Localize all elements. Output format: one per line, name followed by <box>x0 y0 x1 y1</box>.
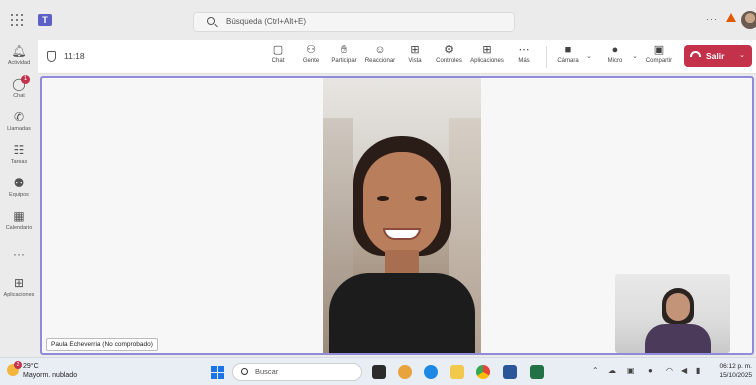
tray-chevron-up-icon[interactable]: ⌃ <box>592 366 599 375</box>
self-view-video[interactable] <box>615 274 730 353</box>
tool-label: Controles <box>436 58 462 64</box>
chat-icon: ◯ <box>12 77 26 91</box>
wifi-icon[interactable]: ◠ <box>666 366 673 375</box>
raise-hand-icon: ✋︎ <box>340 44 348 56</box>
rail-item-label: Equipos <box>9 192 29 198</box>
excel-icon[interactable] <box>530 365 544 379</box>
volume-icon[interactable]: ◀ <box>681 366 687 375</box>
search-icon <box>241 368 248 375</box>
apps-icon: ⊞ <box>482 44 492 56</box>
rail-item-label: Aplicaciones <box>3 292 35 298</box>
mic-button[interactable]: ● Micro <box>595 43 635 64</box>
unread-badge: 1 <box>21 75 30 84</box>
share-icon: ▣ <box>653 44 665 56</box>
hang-up-icon <box>690 51 701 57</box>
apps-button[interactable]: ⊞ Aplicaciones <box>467 43 507 64</box>
rail-item-teams[interactable]: ⚉ Equipos <box>0 176 38 198</box>
weather-widget[interactable]: 2 29°C Mayorm. nublado <box>6 361 78 380</box>
rail-item-apps[interactable]: ⊞ Aplicaciones <box>0 276 38 298</box>
mic-options-chevron-down-icon[interactable]: ⌄ <box>632 52 638 60</box>
rail-item-label: Llamadas <box>7 126 31 132</box>
app-launcher-icon[interactable] <box>10 13 24 27</box>
rail-item-more[interactable]: ··· <box>0 247 38 261</box>
more-button[interactable]: ⋯ Más <box>504 43 544 64</box>
app-bar: 🔔︎ Actividad ◯ 1 Chat ✆ Llamadas ☷ Tarea… <box>0 40 38 357</box>
title-bar: T Búsqueda (Ctrl+Alt+E) ··· <box>0 0 756 40</box>
warning-icon[interactable] <box>726 13 736 22</box>
emoji-icon: ☺ <box>374 44 386 56</box>
search-input[interactable]: Búsqueda (Ctrl+Alt+E) <box>193 12 515 32</box>
meeting-stage: Paula Echeverria (No comprobado) <box>40 76 754 355</box>
more-icon: ··· <box>13 247 25 261</box>
more-icon: ⋯ <box>518 44 530 56</box>
meeting-toolbar: 11:18 ▢ Chat ⚇ Gente ✋︎ Participar ☺ Rea… <box>38 40 756 74</box>
clock-date: 15/10/2025 <box>719 372 752 379</box>
shield-icon <box>47 51 56 62</box>
notification-badge: 2 <box>14 361 22 369</box>
camera-options-chevron-down-icon[interactable]: ⌄ <box>586 52 592 60</box>
tool-label: Cámara <box>557 58 579 64</box>
avatar[interactable] <box>741 11 756 29</box>
app-tray-icon[interactable]: ▣ <box>627 366 635 375</box>
react-button[interactable]: ☺ Reaccionar <box>360 43 400 64</box>
rail-item-chat[interactable]: ◯ 1 Chat <box>0 75 38 99</box>
rail-item-calendar[interactable]: ▦ Calendario <box>0 209 38 231</box>
phone-icon: ✆ <box>13 110 25 124</box>
participant-name-tag: Paula Echeverria (No comprobado) <box>46 338 158 351</box>
meeting-timer: 11:18 <box>64 51 85 61</box>
toolbar-divider <box>546 46 547 68</box>
tool-label: Más <box>518 58 530 64</box>
clock-time: 06:12 p. m. <box>719 363 752 370</box>
taskbar-search-label: Buscar <box>255 367 279 376</box>
mic-icon: ● <box>611 44 619 56</box>
calendar-icon: ▦ <box>13 209 25 223</box>
mic-tray-icon[interactable]: ● <box>648 366 653 375</box>
controls-button[interactable]: ⚙ Controles <box>429 43 469 64</box>
tool-label: Reaccionar <box>364 58 396 64</box>
task-view-icon[interactable] <box>372 365 386 379</box>
rail-item-tasks[interactable]: ☷ Tareas <box>0 143 38 165</box>
leave-button[interactable]: Salir ⌄ <box>684 45 752 67</box>
cloud-icon[interactable]: ☁ <box>608 366 616 375</box>
rail-item-label: Calendario <box>5 225 33 231</box>
widget-app-icon[interactable] <box>398 365 412 379</box>
search-placeholder: Búsqueda (Ctrl+Alt+E) <box>226 17 307 26</box>
tool-label: Compartir <box>645 58 673 64</box>
rail-item-activity[interactable]: 🔔︎ Actividad <box>0 44 38 66</box>
chrome-icon[interactable] <box>476 365 490 379</box>
share-button[interactable]: ▣ Compartir <box>639 43 679 64</box>
tasks-icon: ☷ <box>13 143 25 157</box>
word-icon[interactable] <box>503 365 517 379</box>
start-button[interactable] <box>211 366 224 379</box>
teams-logo-icon: T <box>38 14 52 26</box>
settings-more-button[interactable]: ··· <box>706 14 718 24</box>
edge-icon[interactable] <box>424 365 438 379</box>
bell-icon: 🔔︎ <box>11 44 27 58</box>
file-explorer-icon[interactable] <box>450 365 464 379</box>
leave-label: Salir <box>706 51 725 61</box>
camera-icon: ■ <box>564 44 572 56</box>
controls-icon: ⚙ <box>444 44 454 56</box>
search-icon <box>207 17 215 25</box>
chevron-down-icon[interactable]: ⌄ <box>739 45 745 67</box>
weather-temp: 29°C <box>23 363 39 370</box>
windows-taskbar: 2 29°C Mayorm. nublado Buscar ⌃ ☁ ▣ ● ◠ … <box>0 357 756 385</box>
raise-hand-button[interactable]: ✋︎ Participar <box>324 43 364 64</box>
tool-label: Participar <box>331 58 357 64</box>
participant-video[interactable] <box>323 78 481 353</box>
rail-item-label: Chat <box>13 93 25 99</box>
weather-desc: Mayorm. nublado <box>23 372 78 379</box>
apps-add-icon: ⊞ <box>13 276 25 290</box>
taskbar-search-input[interactable]: Buscar <box>232 363 362 381</box>
system-clock[interactable]: 06:12 p. m. 15/10/2025 <box>712 362 752 380</box>
rail-item-calls[interactable]: ✆ Llamadas <box>0 110 38 132</box>
rail-item-label: Actividad <box>7 60 31 66</box>
tool-label: Aplicaciones <box>470 58 504 64</box>
battery-icon[interactable]: ▮ <box>696 366 700 375</box>
camera-button[interactable]: ■ Cámara <box>548 43 588 64</box>
tool-label: Micro <box>607 58 623 64</box>
teams-icon: ⚉ <box>13 176 25 190</box>
rail-item-label: Tareas <box>10 159 28 165</box>
